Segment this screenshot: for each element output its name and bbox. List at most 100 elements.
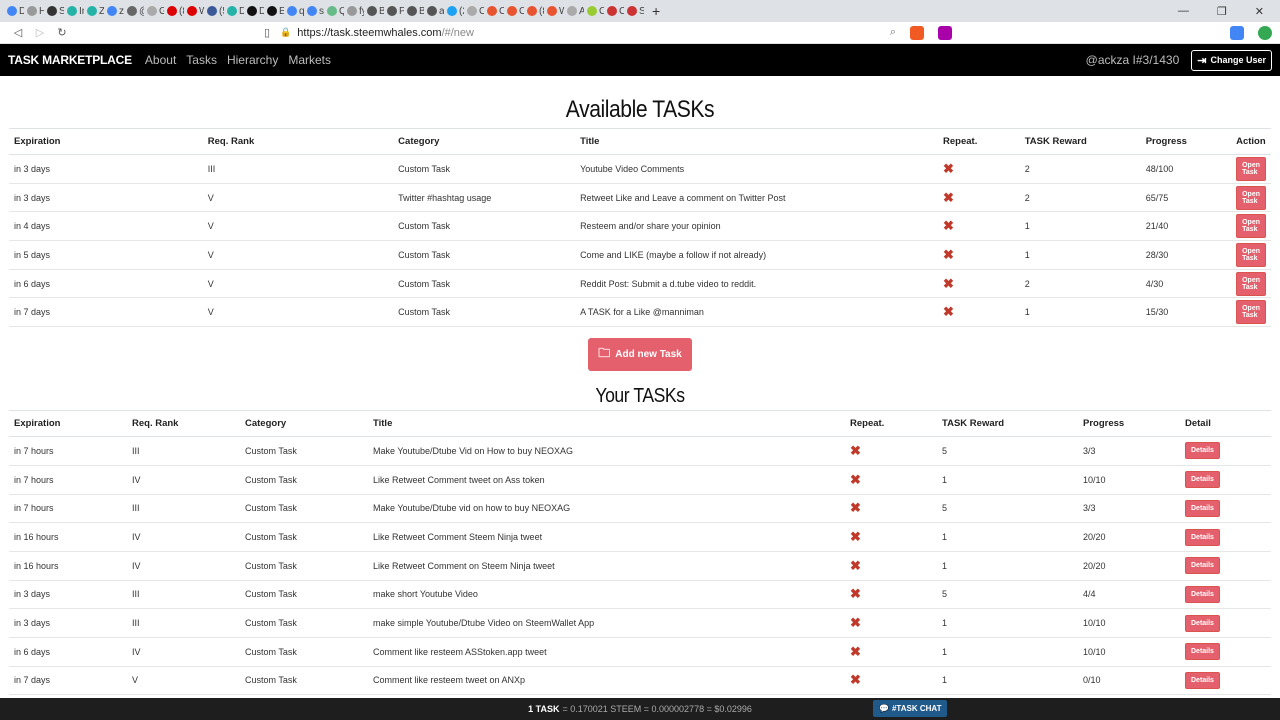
- browser-tab[interactable]: Zo: [84, 0, 104, 22]
- restore-icon[interactable]: ❐: [1217, 5, 1227, 18]
- change-user-button[interactable]: ⇥ Change User: [1191, 49, 1272, 71]
- back-icon[interactable]: ◁: [8, 26, 28, 39]
- add-task-wrap: 🗀 Add new Task: [9, 338, 1271, 372]
- reward-cell: 5: [937, 494, 1078, 524]
- nav-link-tasks[interactable]: Tasks: [186, 53, 217, 67]
- brave-rewards-icon[interactable]: [938, 25, 952, 40]
- brand-link[interactable]: TASK MARKETPLACE: [8, 53, 132, 67]
- progress-cell: 15/30: [1140, 297, 1232, 328]
- repeat-cell: ✖: [938, 269, 1020, 299]
- browser-tab[interactable]: @: [124, 0, 144, 22]
- category-cell: Custom Task: [240, 666, 368, 696]
- details-button[interactable]: Details: [1185, 442, 1220, 460]
- action-cell: Open Task: [1231, 297, 1271, 328]
- browser-tab[interactable]: sr: [304, 0, 324, 22]
- add-new-task-button[interactable]: 🗀 Add new Task: [588, 338, 692, 372]
- browser-tab[interactable]: at: [424, 0, 444, 22]
- browser-tab[interactable]: Bl: [364, 0, 384, 22]
- nav-link-hierarchy[interactable]: Hierarchy: [227, 53, 278, 67]
- browser-tab[interactable]: D: [224, 0, 244, 22]
- extension-icon[interactable]: [1258, 25, 1272, 40]
- column-header: Req. Rank: [127, 410, 240, 438]
- minimize-icon[interactable]: —: [1178, 5, 1189, 18]
- expiration-cell: in 4 days: [9, 211, 203, 242]
- browser-tab[interactable]: C: [584, 0, 604, 22]
- open-task-button[interactable]: Open Task: [1236, 242, 1266, 267]
- browser-tab[interactable]: (5: [204, 0, 224, 22]
- tab-favicon-icon: [47, 6, 57, 16]
- title-cell: Resteem and/or share your opinion: [575, 211, 939, 242]
- repeat-cell: ✖: [938, 183, 1020, 213]
- tab-favicon-icon: [307, 6, 317, 16]
- nav-link-about[interactable]: About: [145, 53, 176, 67]
- rank-cell: IV: [127, 465, 240, 495]
- browser-tab[interactable]: (8: [524, 0, 544, 22]
- details-button[interactable]: Details: [1185, 557, 1220, 575]
- cross-icon: ✖: [850, 442, 861, 458]
- repeat-cell: ✖: [938, 211, 1020, 242]
- browser-tab[interactable]: D: [244, 0, 264, 22]
- open-task-button[interactable]: Open Task: [1236, 300, 1266, 325]
- browser-tab[interactable]: Si: [624, 0, 644, 22]
- cross-icon: ✖: [850, 471, 861, 487]
- details-button[interactable]: Details: [1185, 614, 1220, 632]
- browser-tab[interactable]: C: [464, 0, 484, 22]
- zoom-icon[interactable]: ⌕: [890, 26, 896, 39]
- details-button[interactable]: Details: [1185, 528, 1220, 546]
- browser-tab[interactable]: Pi: [384, 0, 404, 22]
- browser-tab[interactable]: W: [544, 0, 564, 22]
- category-cell: Custom Task: [240, 551, 368, 581]
- browser-tab[interactable]: C: [504, 0, 524, 22]
- nav-link-markets[interactable]: Markets: [288, 53, 331, 67]
- forward-icon[interactable]: ▷: [30, 26, 50, 39]
- browser-tab[interactable]: Bl: [404, 0, 424, 22]
- details-button[interactable]: Details: [1185, 471, 1220, 489]
- browser-tab[interactable]: Er: [264, 0, 284, 22]
- browser-tab[interactable]: H: [24, 0, 44, 22]
- expiration-cell: in 7 days: [9, 297, 203, 328]
- table-row: in 3 days III Custom Task make short Youtub…: [9, 580, 1271, 610]
- details-button[interactable]: Details: [1185, 499, 1220, 517]
- browser-tab[interactable]: fy: [344, 0, 364, 22]
- browser-tab[interactable]: C: [604, 0, 624, 22]
- browser-tab[interactable]: St: [44, 0, 64, 22]
- translate-icon[interactable]: [1230, 25, 1244, 40]
- title-cell: Youtube Video Comments: [575, 154, 939, 184]
- details-button[interactable]: Details: [1185, 643, 1220, 661]
- browser-tab[interactable]: q: [284, 0, 304, 22]
- action-cell: Open Task: [1231, 154, 1271, 184]
- close-icon[interactable]: ✕: [1255, 5, 1264, 18]
- repeat-cell: ✖: [938, 154, 1020, 184]
- browser-tab[interactable]: D: [4, 0, 24, 22]
- bookmark-icon[interactable]: ▯: [264, 26, 270, 39]
- browser-tab[interactable]: Q: [324, 0, 344, 22]
- address-bar[interactable]: https://task.steemwhales.com/#/new: [297, 27, 474, 39]
- reload-icon[interactable]: ↻: [52, 26, 72, 39]
- tab-favicon-icon: [147, 6, 157, 16]
- details-button[interactable]: Details: [1185, 585, 1220, 603]
- lock-icon: 🔒: [280, 27, 292, 37]
- title-cell: Like Retweet Comment on Steem Ninja twee…: [368, 551, 845, 581]
- browser-tab[interactable]: zz: [104, 0, 124, 22]
- repeat-cell: ✖: [845, 551, 937, 581]
- repeat-cell: ✖: [845, 666, 937, 696]
- browser-tab[interactable]: (2: [444, 0, 464, 22]
- browser-tab[interactable]: (8: [164, 0, 184, 22]
- browser-tab[interactable]: In: [64, 0, 84, 22]
- title-cell: Make Youtube/Dtube Vid on How to buy NEO…: [368, 436, 845, 466]
- open-task-button[interactable]: Open Task: [1236, 271, 1266, 296]
- browser-tab[interactable]: G: [144, 0, 164, 22]
- browser-tab[interactable]: A: [564, 0, 584, 22]
- open-task-button[interactable]: Open Task: [1236, 156, 1266, 181]
- main-content: Available TASKs Expiration Req. Rank Categ…: [0, 96, 1280, 696]
- open-task-button[interactable]: Open Task: [1236, 214, 1266, 239]
- details-button[interactable]: Details: [1185, 671, 1220, 689]
- browser-tab[interactable]: C: [484, 0, 504, 22]
- browser-tab[interactable]: W: [184, 0, 204, 22]
- progress-cell: 48/100: [1140, 154, 1232, 184]
- brave-shield-icon[interactable]: [910, 25, 924, 40]
- open-task-button[interactable]: Open Task: [1236, 185, 1266, 210]
- tab-favicon-icon: [247, 6, 257, 16]
- task-chat-button[interactable]: 💬 #TASK CHAT: [873, 700, 948, 717]
- new-tab-button[interactable]: +: [652, 3, 660, 19]
